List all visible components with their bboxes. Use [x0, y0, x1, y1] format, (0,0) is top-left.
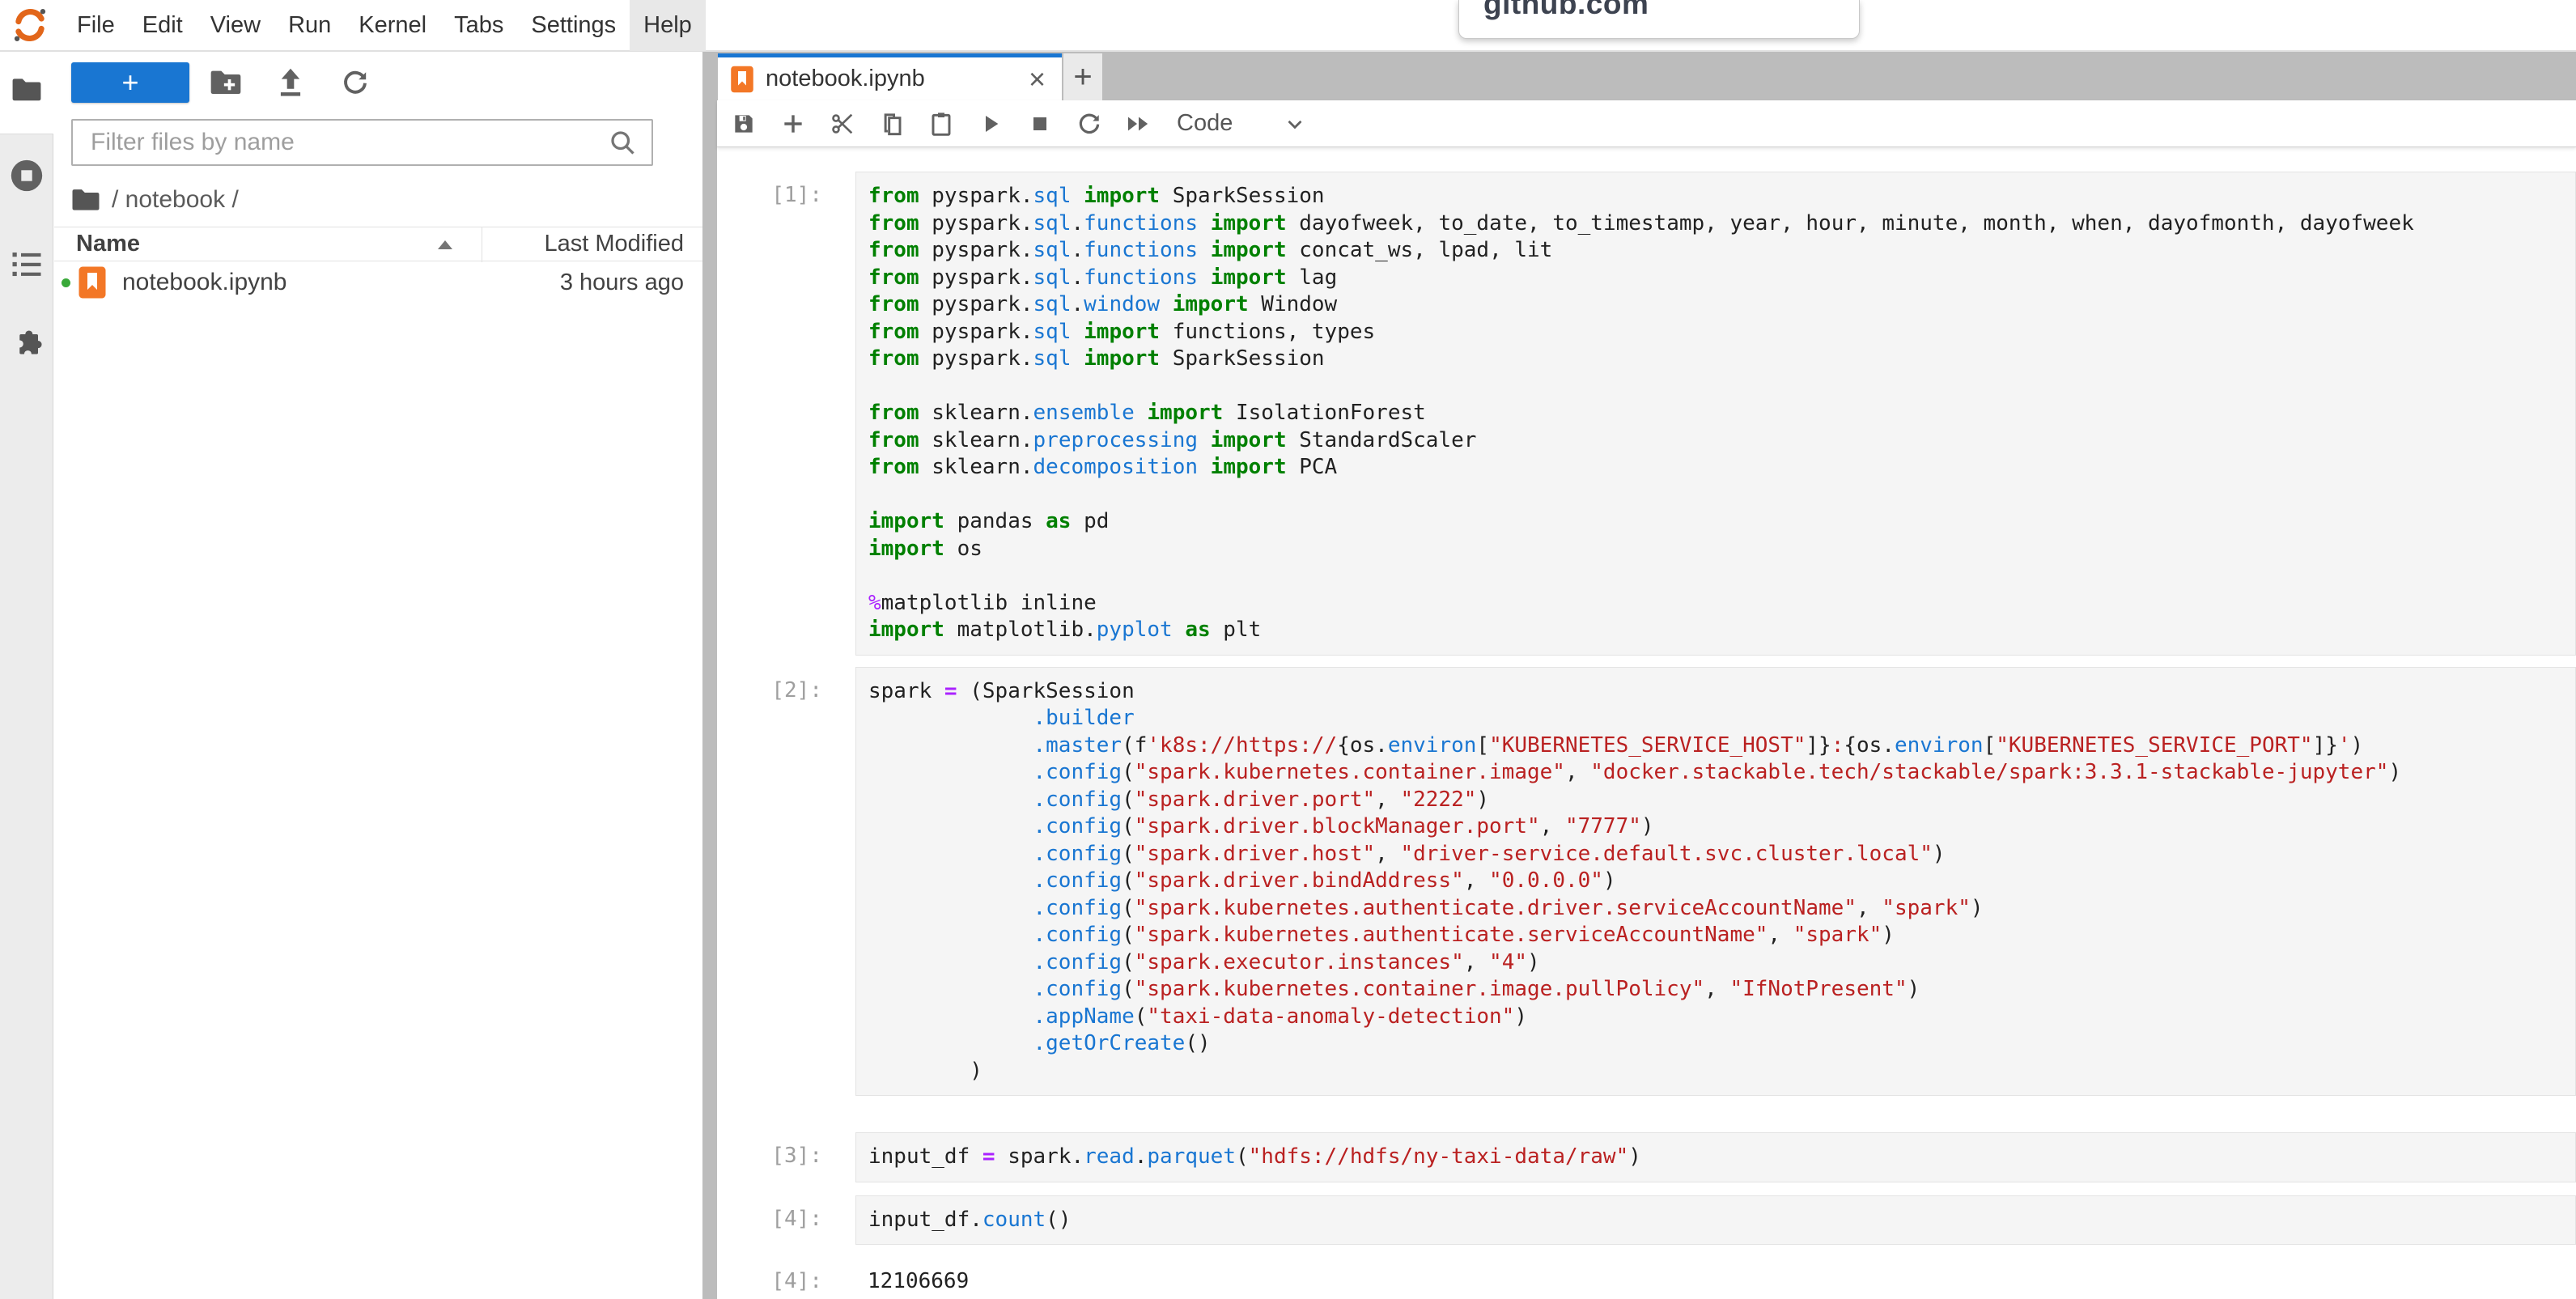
- stop-icon: [1027, 111, 1053, 137]
- chevron-down-icon[interactable]: [1283, 112, 1307, 136]
- refresh-button[interactable]: [339, 66, 371, 99]
- file-row[interactable]: notebook.ipynb 3 hours ago: [54, 262, 702, 303]
- notebook-cells: [1]: from pyspark.sql import SparkSession…: [717, 147, 2576, 1299]
- paste-cells-button[interactable]: [927, 110, 955, 138]
- column-header-modified[interactable]: Last Modified: [545, 231, 685, 257]
- sort-ascending-icon: [438, 240, 452, 249]
- file-name: notebook.ipynb: [122, 269, 287, 296]
- restart-run-all-button[interactable]: [1125, 110, 1152, 138]
- code-cell: [1]: from pyspark.sql import SparkSession…: [717, 172, 2576, 656]
- cell-editor[interactable]: input_df = spark.read.parquet("hdfs://hd…: [855, 1132, 2576, 1182]
- home-folder-icon: [71, 188, 100, 212]
- jupyterlab-window: FileEditViewRunKernelTabsSettingsHelp gi…: [0, 0, 2576, 1299]
- code-cell: [3]: input_df = spark.read.parquet("hdfs:…: [717, 1132, 2576, 1182]
- column-header-name[interactable]: Name: [76, 231, 140, 257]
- activity-bar: [0, 52, 53, 1299]
- new-folder-button[interactable]: [210, 66, 242, 99]
- sidebar-tab-extensions[interactable]: [0, 329, 53, 363]
- cell-type-select[interactable]: Code: [1177, 110, 1233, 137]
- stop-circle-icon: [8, 157, 45, 194]
- save-icon: [731, 111, 757, 137]
- code-cell: [4]: input_df.count(): [717, 1195, 2576, 1246]
- cell-prompt: [3]:: [717, 1132, 834, 1170]
- close-icon[interactable]: ×: [1029, 65, 1046, 94]
- cell-editor[interactable]: spark = (SparkSession .builder .master(f…: [855, 667, 2576, 1097]
- cell-prompt: [4]:: [717, 1195, 834, 1233]
- cell-prompt: [4]:: [717, 1258, 834, 1296]
- menu-view[interactable]: View: [197, 0, 274, 51]
- cut-cells-button[interactable]: [829, 110, 856, 138]
- restart-icon: [1076, 111, 1102, 137]
- save-button[interactable]: [730, 110, 758, 138]
- new-tab-button[interactable]: +: [1063, 53, 1102, 100]
- menu-tabs[interactable]: Tabs: [440, 0, 517, 51]
- breadcrumb[interactable]: / notebook /: [71, 181, 239, 219]
- cell-editor[interactable]: input_df.count(): [855, 1195, 2576, 1246]
- output-area: [4]: 12106669: [717, 1258, 2576, 1299]
- new-launcher-button[interactable]: +: [71, 62, 189, 103]
- notebook-file-icon: [730, 65, 754, 94]
- run-cell-button[interactable]: [977, 110, 1004, 138]
- menu-edit[interactable]: Edit: [129, 0, 197, 51]
- popup-text: github.com: [1483, 0, 1859, 21]
- file-modified: 3 hours ago: [560, 270, 684, 296]
- add-cell-button[interactable]: [779, 110, 807, 138]
- sidebar-tab-toc[interactable]: [0, 249, 53, 278]
- new-folder-icon: [210, 68, 242, 97]
- upload-button[interactable]: [274, 66, 307, 99]
- dock-tab-bar: notebook.ipynb × +: [717, 52, 2576, 100]
- menu-run[interactable]: Run: [274, 0, 345, 51]
- search-icon: [608, 128, 637, 157]
- run-icon: [978, 111, 1004, 137]
- restart-kernel-button[interactable]: [1076, 110, 1103, 138]
- cell-prompt: [2]:: [717, 667, 834, 705]
- menu-bar: FileEditViewRunKernelTabsSettingsHelp: [0, 0, 2576, 52]
- refresh-icon: [341, 68, 370, 97]
- menu-file[interactable]: File: [63, 0, 129, 51]
- copy-icon: [879, 111, 905, 137]
- breadcrumb-path: / notebook /: [112, 186, 239, 214]
- add-icon: [780, 111, 806, 137]
- paste-icon: [928, 111, 954, 137]
- notebook-panel: notebook.ipynb × +: [717, 52, 2576, 1299]
- filter-files-input[interactable]: Filter files by name: [71, 119, 653, 166]
- tab-notebook[interactable]: notebook.ipynb ×: [718, 53, 1062, 100]
- puzzle-icon: [10, 329, 44, 363]
- menu-items: FileEditViewRunKernelTabsSettingsHelp: [63, 0, 706, 51]
- menu-help[interactable]: Help: [630, 0, 706, 51]
- interrupt-kernel-button[interactable]: [1026, 110, 1054, 138]
- notebook-file-icon: [78, 265, 107, 299]
- file-browser: + Filter files by name: [54, 52, 702, 1299]
- cell-editor[interactable]: from pyspark.sql import SparkSessionfrom…: [855, 172, 2576, 656]
- menu-kernel[interactable]: Kernel: [345, 0, 440, 51]
- upload-icon: [276, 67, 305, 98]
- filter-placeholder: Filter files by name: [91, 129, 608, 156]
- notebook-toolbar: Code: [717, 100, 2576, 147]
- cut-icon: [830, 111, 855, 137]
- panel-splitter[interactable]: [702, 52, 717, 1299]
- cell-prompt: [1]:: [717, 172, 834, 210]
- running-indicator-dot: [62, 278, 70, 287]
- output-text: 12106669: [855, 1258, 2576, 1299]
- sidebar-tab-running[interactable]: [0, 157, 53, 194]
- file-list-header: Name Last Modified: [54, 227, 702, 261]
- app-logo-icon: [11, 6, 49, 44]
- menu-settings[interactable]: Settings: [517, 0, 630, 51]
- sidebar-tab-filebrowser[interactable]: [0, 77, 53, 103]
- list-icon: [10, 249, 44, 278]
- folder-icon: [11, 77, 42, 103]
- copy-cells-button[interactable]: [878, 110, 906, 138]
- code-cell: [2]: spark = (SparkSession .builder .mast…: [717, 667, 2576, 1097]
- tab-title: notebook.ipynb: [766, 66, 925, 92]
- browser-popup: github.com: [1458, 0, 1860, 39]
- run-all-icon: [1125, 111, 1152, 137]
